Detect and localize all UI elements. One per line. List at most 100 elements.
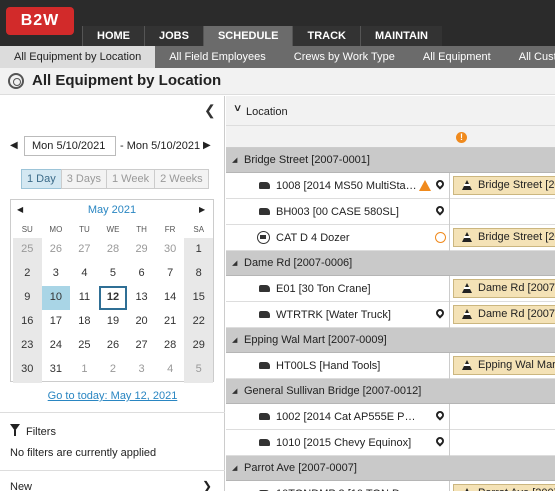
calendar-day[interactable]: 14 (156, 286, 185, 310)
calendar-day[interactable]: 29 (127, 238, 156, 262)
calendar-day[interactable]: 19 (99, 310, 128, 334)
calendar-day[interactable]: 27 (70, 238, 99, 262)
calendar-day[interactable]: 30 (13, 358, 42, 383)
equipment-row[interactable]: CAT D 4 Dozer Bridge Street [2007 (226, 225, 555, 251)
caret-down-icon[interactable]: ◢ (232, 156, 237, 164)
start-date-input[interactable]: Mon 5/10/2021 (24, 136, 116, 156)
calendar-day[interactable]: 6 (127, 262, 156, 286)
location-pin-icon[interactable] (434, 204, 446, 216)
tab-home[interactable]: HOME (82, 26, 144, 46)
calendar-day[interactable]: 4 (156, 358, 185, 382)
calendar-day[interactable]: 8 (184, 262, 213, 287)
calendar-day[interactable]: 28 (156, 334, 185, 358)
new-section[interactable]: New (10, 481, 32, 491)
caret-down-icon[interactable]: ◢ (232, 464, 237, 472)
assignment-bar[interactable]: Dame Rd [2007-00 (453, 279, 555, 298)
calendar-day[interactable]: 25 (70, 334, 99, 358)
calendar-day[interactable]: 26 (42, 238, 71, 262)
assignment-bar[interactable]: Bridge Street [2007 (453, 228, 555, 247)
tab-schedule[interactable]: SCHEDULE (202, 26, 293, 46)
calendar-day[interactable]: 12 (98, 286, 128, 311)
location-column-label[interactable]: Location (246, 106, 288, 118)
group-row[interactable]: ◢ Parrot Ave [2007-0007] (226, 456, 555, 481)
group-row[interactable]: ◢ Bridge Street [2007-0001] (226, 148, 555, 173)
subtab-all-field-employees[interactable]: All Field Employees (155, 46, 280, 68)
date-next-icon[interactable]: ▶ (203, 140, 211, 151)
calendar-next-icon[interactable]: ▶ (199, 205, 205, 214)
calendar-day[interactable]: 21 (156, 310, 185, 334)
assignment-bar[interactable]: Bridge Street [2007 (453, 176, 555, 195)
tab-jobs[interactable]: JOBS (144, 26, 203, 46)
location-pin-icon[interactable] (434, 178, 446, 190)
calendar-day[interactable]: 3 (127, 358, 156, 382)
b2w-logo[interactable]: B2W (6, 7, 74, 35)
calendar-day[interactable]: 25 (13, 238, 42, 263)
equipment-row[interactable]: WTRTRK [Water Truck] Dame Rd [2007-00 (226, 302, 555, 328)
range-1-week-button[interactable]: 1 Week (106, 169, 156, 189)
equipment-row[interactable]: 1010 [2015 Chevy Equinox] (226, 430, 555, 456)
subtab-all-equipment[interactable]: All Equipment (409, 46, 505, 68)
calendar-day[interactable]: 22 (184, 310, 213, 335)
chevron-down-icon[interactable]: ∨ (233, 103, 243, 114)
calendar-day[interactable]: 7 (156, 262, 185, 286)
calendar-day[interactable]: 26 (99, 334, 128, 358)
caret-down-icon[interactable]: ◢ (232, 387, 237, 395)
date-prev-icon[interactable]: ◀ (10, 140, 18, 151)
equipment-row[interactable]: BH003 [00 CASE 580SL] (226, 199, 555, 225)
calendar-day[interactable]: 3 (42, 262, 71, 286)
calendar-day[interactable]: 31 (42, 358, 71, 382)
calendar-day[interactable]: 27 (127, 334, 156, 358)
subtab-all-equipment-by-location[interactable]: All Equipment by Location (0, 46, 156, 68)
filters-label[interactable]: Filters (26, 426, 56, 438)
caret-down-icon[interactable]: ◢ (232, 259, 237, 267)
calendar-day[interactable]: 15 (184, 286, 213, 311)
calendar-day[interactable]: 9 (13, 286, 42, 311)
calendar-day[interactable]: 30 (156, 238, 185, 262)
range-3-days-button[interactable]: 3 Days (60, 169, 107, 189)
group-row[interactable]: ◢ Dame Rd [2007-0006] (226, 251, 555, 276)
group-row[interactable]: ◢ Epping Wal Mart [2007-0009] (226, 328, 555, 353)
calendar-day[interactable]: 1 (184, 238, 213, 263)
location-pin-icon[interactable] (434, 409, 446, 421)
equipment-row[interactable]: 1002 [2014 Cat AP555E Paver] (226, 404, 555, 430)
location-pin-icon[interactable] (434, 307, 446, 319)
calendar-day[interactable]: 2 (99, 358, 128, 382)
range-1-day-button[interactable]: 1 Day (21, 169, 62, 189)
calendar-day[interactable]: 29 (184, 334, 213, 359)
calendar-day[interactable]: 5 (99, 262, 128, 286)
tab-maintain[interactable]: MAINTAIN (359, 26, 442, 46)
assignment-bar[interactable]: Dame Rd [2007-00 (453, 305, 555, 324)
chevron-right-icon[interactable]: ❯ (202, 479, 212, 491)
assignment-bar[interactable]: Epping Wal Mart [ (453, 356, 555, 375)
calendar-day[interactable]: 13 (127, 286, 156, 310)
calendar-day[interactable]: 23 (13, 334, 42, 359)
tab-track[interactable]: TRACK (292, 26, 360, 46)
go-to-today-link[interactable]: Go to today: May 12, 2021 (0, 390, 225, 402)
equipment-row[interactable]: HT00LS [Hand Tools] Epping Wal Mart [ (226, 353, 555, 379)
calendar-day[interactable]: 18 (70, 310, 99, 334)
calendar-day[interactable]: 2 (13, 262, 42, 287)
calendar-day[interactable]: 1 (70, 358, 99, 382)
location-pin-icon[interactable] (434, 435, 446, 447)
calendar-day[interactable]: 20 (127, 310, 156, 334)
subtab-all-custon[interactable]: All Custon (505, 46, 555, 68)
equipment-row[interactable]: 1008 [2014 MS50 MultiStation] Bridge Stre… (226, 173, 555, 199)
calendar-day[interactable]: 4 (70, 262, 99, 286)
calendar-prev-icon[interactable]: ◀ (17, 205, 23, 214)
calendar-day[interactable]: 10 (41, 286, 71, 311)
range-2-weeks-button[interactable]: 2 Weeks (154, 169, 209, 189)
calendar-day[interactable]: 24 (42, 334, 71, 358)
calendar-day[interactable]: 5 (184, 358, 213, 383)
subtab-crews-by-work-type[interactable]: Crews by Work Type (280, 46, 409, 68)
calendar-month[interactable]: May 2021 (11, 204, 213, 216)
group-row[interactable]: ◢ General Sullivan Bridge [2007-0012] (226, 379, 555, 404)
calendar-day[interactable]: 16 (13, 310, 42, 335)
caret-down-icon[interactable]: ◢ (232, 336, 237, 344)
calendar-day[interactable]: 11 (70, 286, 99, 310)
calendar-day[interactable]: 17 (42, 310, 71, 334)
equipment-row[interactable]: 10TONDMP 3 [10 TON Dump 3]Parrot Ave [20… (226, 481, 555, 491)
calendar-day[interactable]: 28 (99, 238, 128, 262)
collapse-panel-icon[interactable]: ❮ (204, 102, 216, 119)
assignment-bar[interactable]: Parrot Ave [2007 (453, 484, 555, 491)
equipment-row[interactable]: E01 [30 Ton Crane] Dame Rd [2007-00 (226, 276, 555, 302)
